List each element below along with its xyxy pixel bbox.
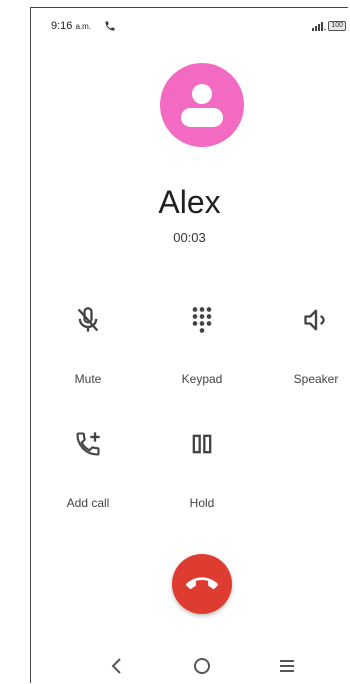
mic-off-icon <box>77 307 99 332</box>
status-time-value: 9:16 <box>51 20 73 32</box>
phone-screen: 9:16 a.m. 100 Alex 00:03 Mute Keypad Spe… <box>30 7 348 683</box>
speaker-button[interactable]: Speaker <box>271 306 348 386</box>
end-call-icon <box>186 577 218 590</box>
keypad-label: Keypad <box>181 372 223 386</box>
signal-icon <box>312 22 327 31</box>
add-call-button[interactable]: Add call <box>43 430 133 510</box>
back-icon[interactable] <box>105 654 129 678</box>
menu-icon[interactable] <box>275 654 299 678</box>
home-icon[interactable] <box>190 654 214 678</box>
status-bar: 9:16 a.m. 100 <box>31 8 348 44</box>
person-icon <box>181 84 223 127</box>
pause-icon <box>192 434 212 454</box>
mute-label: Mute <box>74 372 102 386</box>
caller-avatar <box>160 63 244 147</box>
status-time: 9:16 a.m. <box>51 20 91 32</box>
call-timer: 00:03 <box>173 230 206 245</box>
caller-name: Alex <box>158 184 221 220</box>
add-call-label: Add call <box>66 496 110 510</box>
keypad-button[interactable]: Keypad <box>157 306 247 386</box>
phone-icon <box>105 21 115 31</box>
hold-button[interactable]: Hold <box>157 430 247 510</box>
add-call-icon <box>76 432 100 456</box>
dialpad-icon <box>192 307 212 333</box>
end-call-button[interactable] <box>172 554 232 614</box>
hold-label: Hold <box>189 496 215 510</box>
mute-button[interactable]: Mute <box>43 306 133 386</box>
speaker-icon <box>304 309 325 331</box>
speaker-label: Speaker <box>293 372 339 386</box>
battery-icon: 100 <box>328 21 346 31</box>
status-time-ampm: a.m. <box>75 22 92 31</box>
status-icons: 100 <box>312 21 346 31</box>
